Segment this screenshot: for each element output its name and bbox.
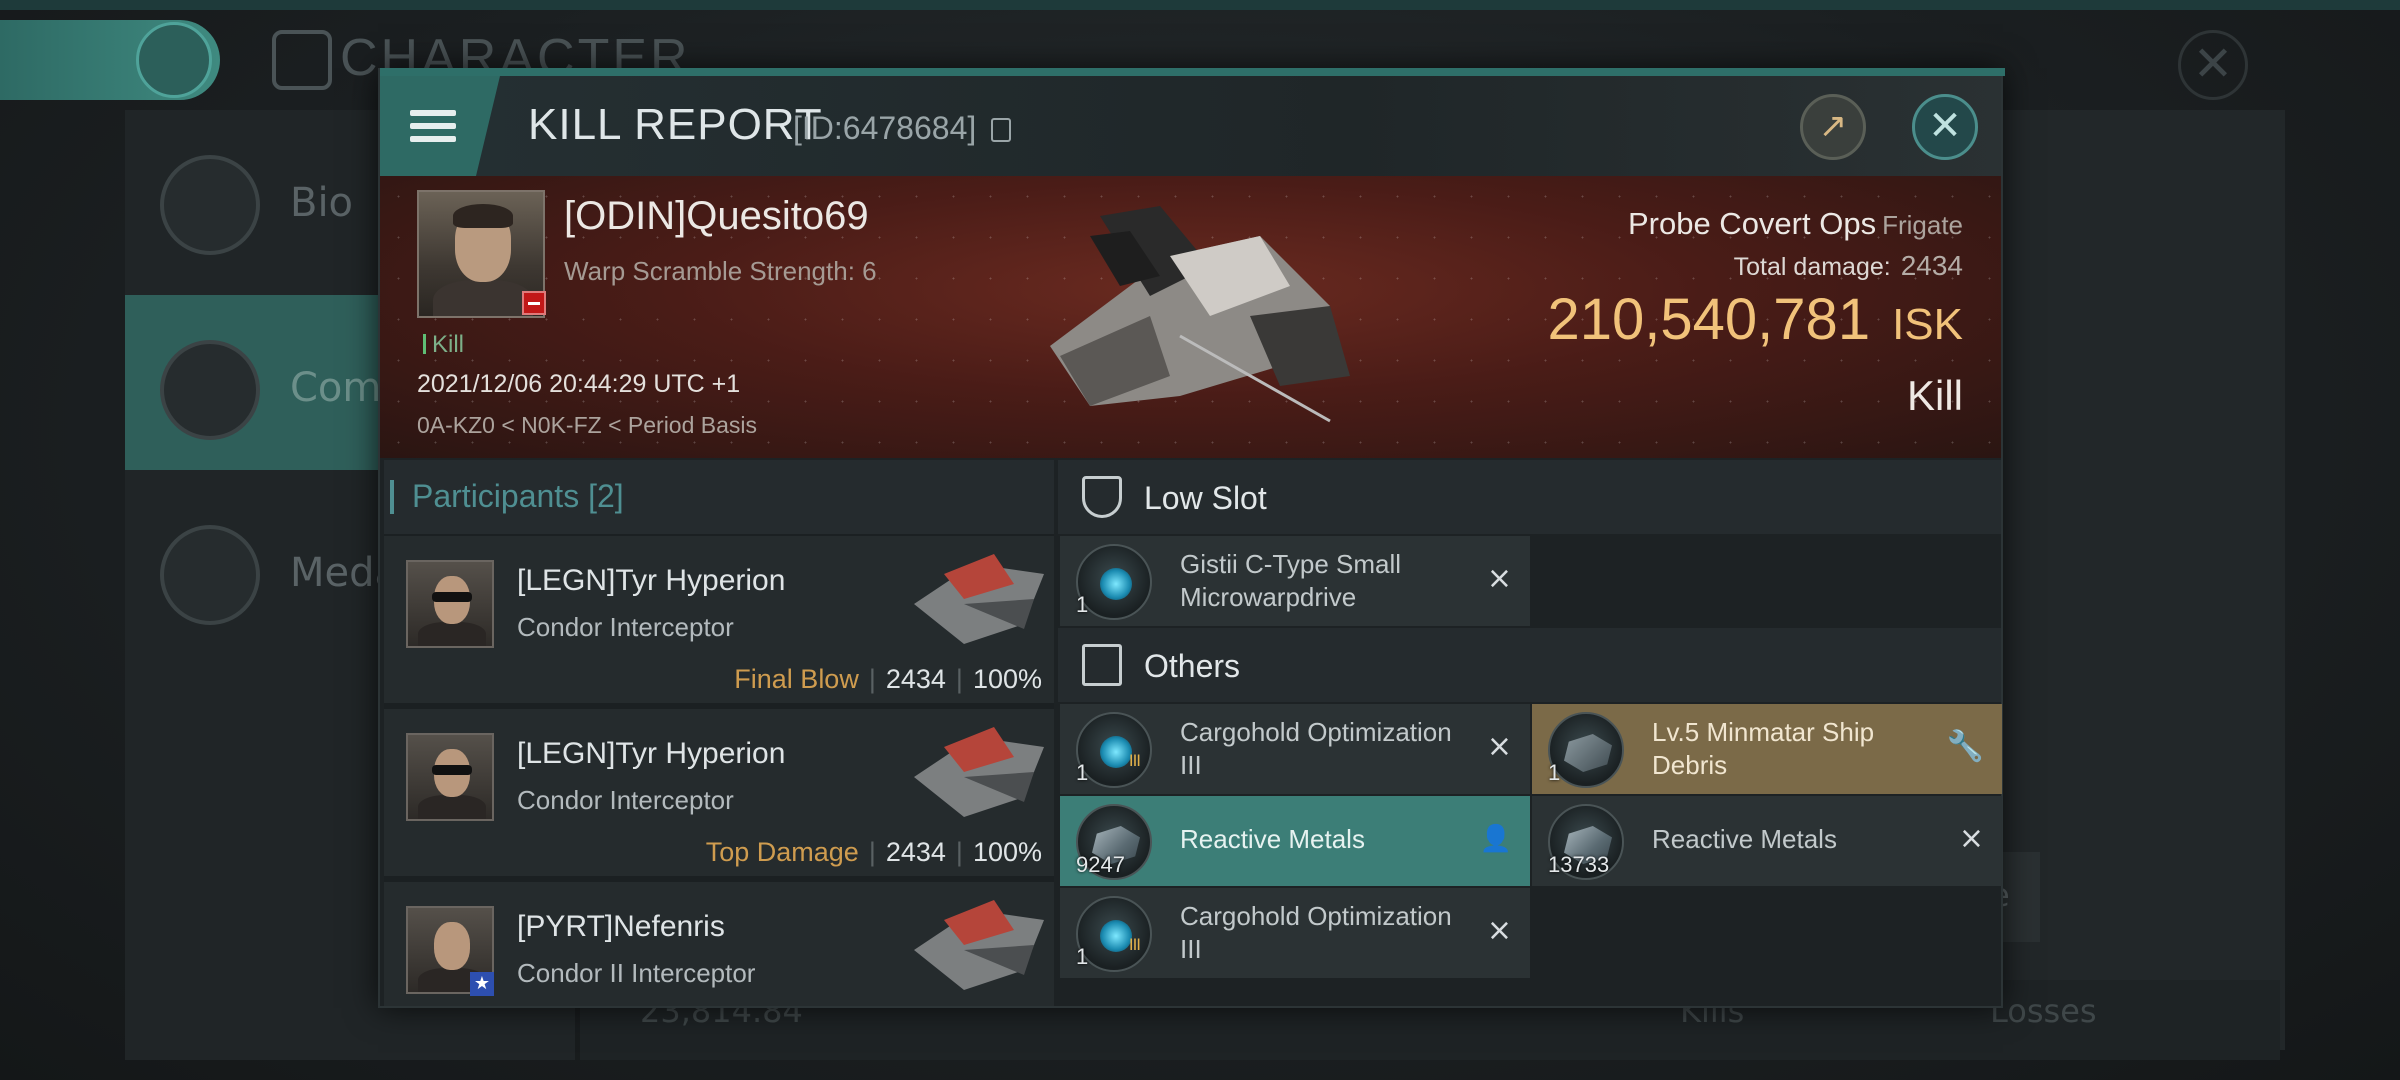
item-slot[interactable]: 1 Gistii C-Type Small Microwarpdrive × [1060, 536, 1530, 626]
close-icon: ✕ [1928, 103, 1962, 149]
wrench-icon: 🔧 [1946, 729, 1984, 764]
close-button[interactable]: ✕ [1912, 94, 1978, 160]
participant-name: [LEGN]Tyr Hyperion [517, 737, 786, 770]
participant-ship-image [914, 900, 1044, 990]
item-quantity: 1 [1076, 944, 1089, 969]
participants-count: [2] [588, 478, 624, 514]
participant-ship-image [914, 727, 1044, 817]
item-slot[interactable]: 1 Lv.5 Minmatar Ship Debris 🔧 [1532, 704, 2002, 794]
participants-label: Participants [412, 478, 580, 514]
top-strip [0, 0, 2400, 10]
standing-badge-icon [522, 291, 546, 315]
total-damage: Total damage: 2434 [1733, 250, 1963, 281]
participant-name: [PYRT]Nefenris [517, 910, 725, 943]
participant-percent: 100% [972, 837, 1042, 867]
participant-ship: Condor Interceptor [517, 785, 734, 815]
item-quantity: 1 [1548, 760, 1561, 785]
participant-tag: Final Blow [734, 664, 859, 694]
item-destroyed-icon: × [1958, 821, 1984, 856]
victim-ship-image[interactable] [1030, 196, 1360, 426]
participant-percent: 100% [972, 664, 1042, 694]
person-icon: 👤 [1479, 824, 1512, 854]
hamburger-icon [410, 110, 456, 116]
outcome-label: Kill [1906, 372, 1963, 419]
hamburger-icon [136, 22, 212, 98]
participant-row[interactable]: [LEGN]Tyr Hyperion Condor Interceptor To… [384, 709, 1054, 879]
item-quantity: 1 [1076, 760, 1089, 785]
item-quantity: 1 [1076, 592, 1089, 617]
total-damage-value: 2434 [1900, 250, 1963, 281]
participants-panel: Participants [2] [LEGN]Tyr Hyperion Cond… [384, 460, 1054, 1006]
participant-avatar[interactable] [406, 733, 494, 821]
participant-row[interactable]: ★ [PYRT]Nefenris Condor II Interceptor [384, 882, 1054, 1006]
kill-report-modal: KILL REPORT [ID:6478684] ↗ ✕ [ODIN]Quesi… [378, 68, 2005, 1008]
participant-avatar[interactable] [406, 560, 494, 648]
participant-ship: Condor Interceptor [517, 612, 734, 642]
item-name: Reactive Metals [1180, 824, 1365, 854]
victim-ship-class: Frigate [1882, 210, 1963, 240]
item-quantity: 13733 [1548, 852, 1610, 877]
item-name: Cargohold Optimization III [1180, 901, 1452, 964]
item-slot[interactable]: III 1 Cargohold Optimization III × [1060, 704, 1530, 794]
participant-tag: Top Damage [705, 837, 859, 867]
participant-stats: Top Damage | 2434 | 100% [705, 837, 1042, 867]
low-slot-header: Low Slot [1058, 460, 2001, 534]
copy-icon[interactable] [991, 118, 1011, 142]
main-menu-button[interactable] [0, 20, 220, 100]
victim-banner: [ODIN]Quesito69 Warp Scramble Strength: … [380, 176, 2001, 458]
result-tag: Kill [423, 331, 464, 359]
modal-header: KILL REPORT [ID:6478684] ↗ ✕ [380, 76, 2001, 176]
modal-title: KILL REPORT [528, 100, 823, 149]
share-icon: ↗ [1818, 106, 1848, 146]
participant-damage: 2434 [885, 664, 946, 694]
sidebar-item-label: Bio [290, 180, 354, 226]
isk-unit: ISK [1892, 300, 1963, 349]
item-name: Lv.5 Minmatar Ship Debris [1652, 717, 1875, 780]
low-slot-icon [1082, 476, 1122, 518]
share-button[interactable]: ↗ [1800, 94, 1866, 160]
low-slot-label: Low Slot [1144, 480, 1267, 516]
item-name: Gistii C-Type Small Microwarpdrive [1180, 549, 1402, 612]
item-quantity: 9247 [1076, 852, 1125, 877]
others-header: Others [1058, 628, 2001, 702]
victim-ship-name: Probe Covert Ops Frigate [1627, 206, 1963, 241]
item-slot[interactable]: III 1 Cargohold Optimization III × [1060, 888, 1530, 978]
participant-ship-image [914, 554, 1044, 644]
participant-ship: Condor II Interceptor [517, 958, 756, 988]
modal-menu-button[interactable] [380, 76, 500, 176]
item-slot[interactable]: 13733 Reactive Metals × [1532, 796, 2002, 886]
participant-stats: Final Blow | 2434 | 100% [734, 664, 1042, 694]
participant-row[interactable]: [LEGN]Tyr Hyperion Condor Interceptor Fi… [384, 536, 1054, 706]
background-losses-label: Losses [1990, 992, 2097, 1030]
warp-scramble-strength: Warp Scramble Strength: 6 [564, 256, 877, 286]
cargo-box-icon [1082, 644, 1122, 686]
item-destroyed-icon: × [1486, 913, 1512, 948]
modal-accent-line [380, 68, 2005, 76]
item-slot[interactable]: 9247 Reactive Metals 👤 [1060, 796, 1530, 886]
star-badge-icon: ★ [470, 972, 494, 996]
item-name: Reactive Metals [1652, 824, 1837, 854]
kill-location: 0A-KZ0 < N0K-FZ < Period Basis [417, 412, 758, 438]
item-destroyed-icon: × [1486, 729, 1512, 764]
crossed-swords-icon [160, 340, 260, 440]
victim-name[interactable]: [ODIN]Quesito69 [564, 194, 869, 239]
participant-name: [LEGN]Tyr Hyperion [517, 564, 786, 597]
participant-damage: 2434 [885, 837, 946, 867]
isk-value: 210,540,781 ISK [1547, 287, 1963, 352]
report-id: [ID:6478684] [793, 110, 977, 146]
participants-header: Participants [2] [384, 460, 1054, 534]
kill-timestamp: 2021/12/06 20:44:29 UTC +1 [417, 370, 741, 398]
item-destroyed-icon: × [1486, 561, 1512, 596]
character-icon [272, 30, 332, 90]
others-label: Others [1144, 648, 1241, 684]
screen-close-icon[interactable]: ✕ [2178, 30, 2248, 100]
list-icon [160, 155, 260, 255]
item-name: Cargohold Optimization III [1180, 717, 1452, 780]
star-icon [160, 525, 260, 625]
fitting-panel: Low Slot 1 Gistii C-Type Small Microwarp… [1058, 460, 2002, 1006]
